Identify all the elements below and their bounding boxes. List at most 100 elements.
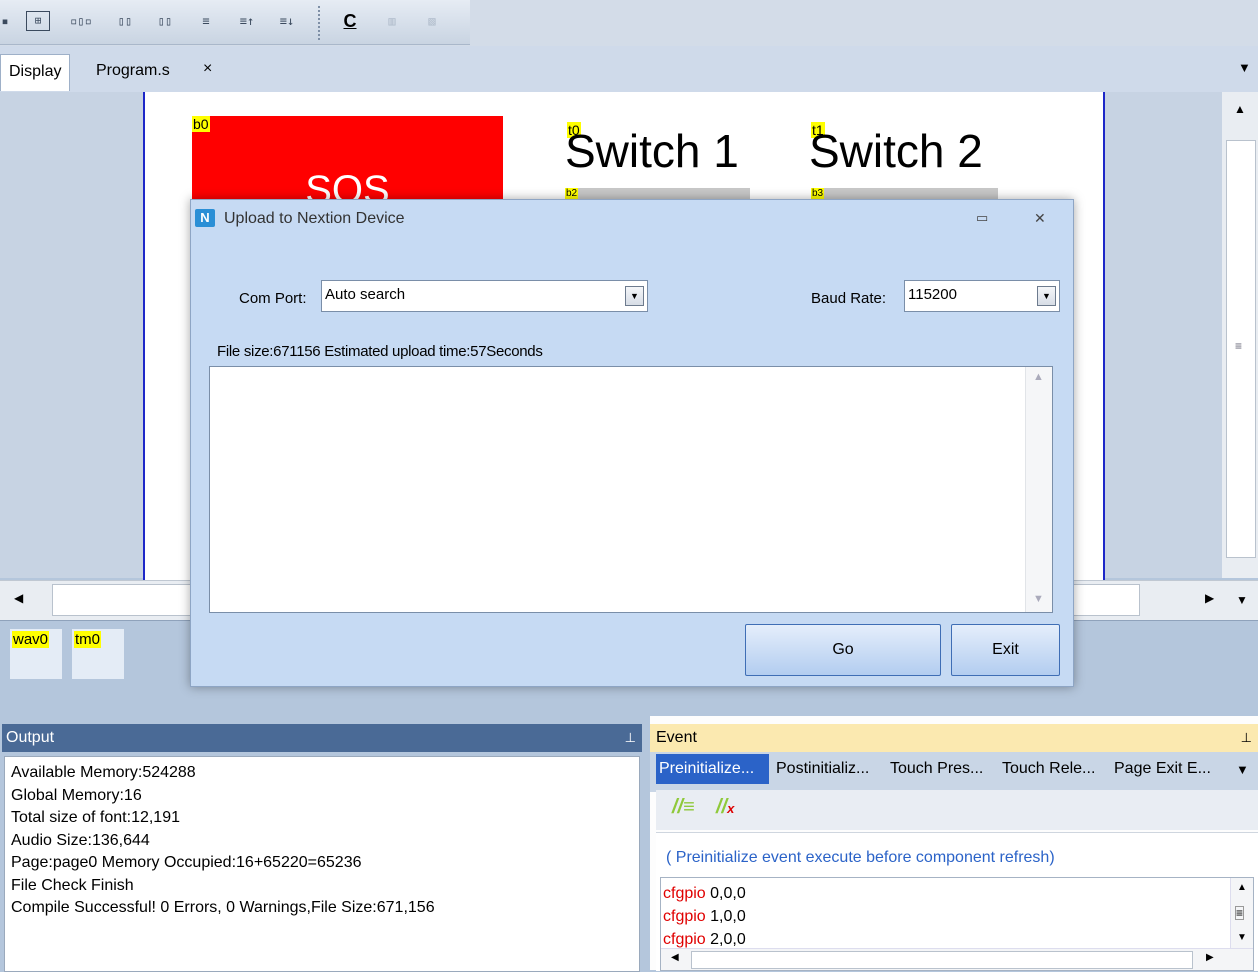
code-keyword: cfgpio xyxy=(663,908,706,925)
component-tag-tm0: tm0 xyxy=(74,631,102,648)
scroll-up-icon[interactable]: ▲ xyxy=(1237,882,1247,893)
code-args: 1,0,0 xyxy=(705,908,746,925)
go-button[interactable]: Go xyxy=(745,624,941,676)
dialog-titlebar[interactable]: N Upload to Nextion Device ▭ ✕ xyxy=(191,200,1073,238)
disabled-icon: ▥ xyxy=(388,14,396,28)
output-line: Page:page0 Memory Occupied:16+65220=6523… xyxy=(11,854,362,871)
component-tag-b0: b0 xyxy=(192,116,210,132)
comment-icon[interactable]: //≡ xyxy=(672,796,695,819)
code-vscrollbar[interactable]: ▲ ≡ ▼ xyxy=(1230,878,1253,948)
code-hscroll-thumb[interactable] xyxy=(691,951,1193,969)
tab-touch-press[interactable]: Touch Pres... xyxy=(890,754,983,784)
dialog-title: Upload to Nextion Device xyxy=(224,210,405,227)
component-tag-wav0: wav0 xyxy=(12,631,50,648)
chevron-down-icon[interactable]: ▼ xyxy=(1037,286,1056,306)
scroll-down-icon[interactable]: ▼ xyxy=(1237,932,1247,943)
exit-button[interactable]: Exit xyxy=(951,624,1060,676)
grip-icon[interactable]: ≡ xyxy=(1235,906,1245,920)
toolbar-separator xyxy=(318,6,321,40)
event-editor[interactable]: ( Preinitialize event execute before com… xyxy=(656,832,1258,971)
bring-up-icon[interactable]: ≡↑ xyxy=(236,10,258,32)
upload-dialog: N Upload to Nextion Device ▭ ✕ Com Port:… xyxy=(190,199,1074,687)
chevron-down-icon[interactable]: ▼ xyxy=(625,286,644,306)
tab-program[interactable]: Program.s xyxy=(88,54,178,90)
tab-display[interactable]: Display xyxy=(0,54,71,91)
output-title: Output xyxy=(6,729,55,746)
nonvisual-item-tm0[interactable]: tm0 xyxy=(72,629,124,679)
vscroll-thumb[interactable]: ≡ xyxy=(1226,140,1256,558)
disabled-close-icon: ▧ xyxy=(428,14,436,28)
switch-2-label: Switch 2 xyxy=(809,125,983,177)
uncomment-icon[interactable]: //x xyxy=(716,796,734,819)
tab-page-exit[interactable]: Page Exit E... xyxy=(1114,754,1211,784)
event-description: ( Preinitialize event execute before com… xyxy=(666,849,1055,866)
distribute-h-icon[interactable]: ▫▯▫ xyxy=(66,10,96,32)
code-hscrollbar[interactable]: ◀ ▶ xyxy=(661,948,1253,970)
tab-touch-release[interactable]: Touch Rele... xyxy=(1002,754,1095,784)
baud-rate-value: 115200 xyxy=(908,286,957,303)
scroll-up-icon[interactable]: ▲ xyxy=(1033,371,1044,383)
scroll-left-icon[interactable]: ◀ xyxy=(671,952,679,963)
output-line: Total size of font:12,191 xyxy=(11,809,180,826)
toolbar-strip: ▪ ⊞ ▫▯▫ ▯▯ ▯▯ ≡ ≡↑ ≡↓ C ▥ ▧ xyxy=(0,0,470,45)
toolbar: ▪ ⊞ ▫▯▫ ▯▯ ▯▯ ≡ ≡↑ ≡↓ C ▥ ▧ xyxy=(0,0,1258,46)
code-line: cfgpio 0,0,0 xyxy=(663,882,746,905)
tab-preinitialize[interactable]: Preinitialize... xyxy=(656,754,769,784)
same-width-icon[interactable]: ▯▯ xyxy=(110,10,140,32)
event-tab-overflow-icon[interactable]: ▼ xyxy=(1236,762,1249,777)
scroll-up-icon[interactable]: ▲ xyxy=(1234,102,1246,116)
event-header: Event ⊥ xyxy=(650,724,1258,752)
c-bold-icon[interactable]: C xyxy=(340,10,360,32)
minimize-icon[interactable]: ▭ xyxy=(976,210,988,226)
code-editor[interactable]: cfgpio 0,0,0 cfgpio 1,0,0 cfgpio 2,0,0 ▲… xyxy=(660,877,1254,971)
nonvisual-item-wav0[interactable]: wav0 xyxy=(10,629,62,679)
output-header: Output ⊥ xyxy=(2,724,642,752)
pin-icon[interactable]: ⊥ xyxy=(1241,724,1252,752)
switch-1-label: Switch 1 xyxy=(565,125,739,177)
grip-icon: ≡ xyxy=(1235,339,1243,353)
send-down-icon[interactable]: ≡↓ xyxy=(276,10,298,32)
scroll-left-icon[interactable]: ◀ xyxy=(14,591,23,605)
code-lines: cfgpio 0,0,0 cfgpio 1,0,0 cfgpio 2,0,0 xyxy=(663,882,746,951)
same-width-2-icon[interactable]: ▯▯ xyxy=(150,10,180,32)
canvas-vscrollbar[interactable]: ▲ ≡ xyxy=(1222,92,1258,578)
com-port-label: Com Port: xyxy=(239,290,307,307)
code-args: 0,0,0 xyxy=(705,885,746,902)
text-switch-1[interactable]: t0 Switch 1 xyxy=(565,116,765,177)
text-switch-2[interactable]: t1 Switch 2 xyxy=(809,116,1009,177)
output-log[interactable]: Available Memory:524288 Global Memory:16… xyxy=(4,756,640,972)
nextion-logo-icon: N xyxy=(195,209,215,227)
scroll-right-icon[interactable]: ▶ xyxy=(1205,591,1214,605)
com-port-select[interactable]: Auto search ▼ xyxy=(321,280,648,312)
output-line: Global Memory:16 xyxy=(11,786,142,804)
upload-log-textarea[interactable]: ▲ ▼ xyxy=(209,366,1053,613)
align-v-icon[interactable]: ≡ xyxy=(198,10,214,32)
event-title: Event xyxy=(656,729,697,746)
code-line: cfgpio 1,0,0 xyxy=(663,905,746,928)
baud-rate-select[interactable]: 115200 ▼ xyxy=(904,280,1060,312)
output-line: Available Memory:524288 xyxy=(11,764,196,781)
baud-rate-label: Baud Rate: xyxy=(811,290,887,307)
tab-program-label: Program.s xyxy=(96,62,170,79)
code-keyword: cfgpio xyxy=(663,885,706,902)
tab-close-icon[interactable]: × xyxy=(203,60,212,78)
scroll-down-icon[interactable]: ▼ xyxy=(1033,593,1044,605)
log-vscrollbar[interactable]: ▲ ▼ xyxy=(1025,367,1052,612)
output-line: File Check Finish xyxy=(11,876,134,894)
scroll-right-icon[interactable]: ▶ xyxy=(1206,952,1214,963)
code-args: 2,0,0 xyxy=(705,931,746,948)
tab-preinitialize-label: Preinitialize... xyxy=(659,760,755,777)
output-line: Audio Size:136,644 xyxy=(11,831,150,849)
align-icon[interactable]: ▪ xyxy=(0,10,10,32)
file-info-text: File size:671156 Estimated upload time:5… xyxy=(217,343,543,360)
grid-icon[interactable]: ⊞ xyxy=(26,11,50,31)
dialog-close-icon[interactable]: ✕ xyxy=(1034,210,1046,227)
hscroll-dropdown-icon[interactable]: ▼ xyxy=(1236,593,1248,607)
pin-icon[interactable]: ⊥ xyxy=(625,724,636,752)
event-toolbar: //≡ //x xyxy=(656,790,1258,830)
tab-overflow-icon[interactable]: ▼ xyxy=(1238,60,1251,75)
com-port-value: Auto search xyxy=(325,286,406,303)
tab-postinitialize[interactable]: Postinitializ... xyxy=(776,754,869,784)
document-tabbar: Display Program.s × ▼ xyxy=(0,46,1258,93)
code-keyword: cfgpio xyxy=(663,931,706,948)
